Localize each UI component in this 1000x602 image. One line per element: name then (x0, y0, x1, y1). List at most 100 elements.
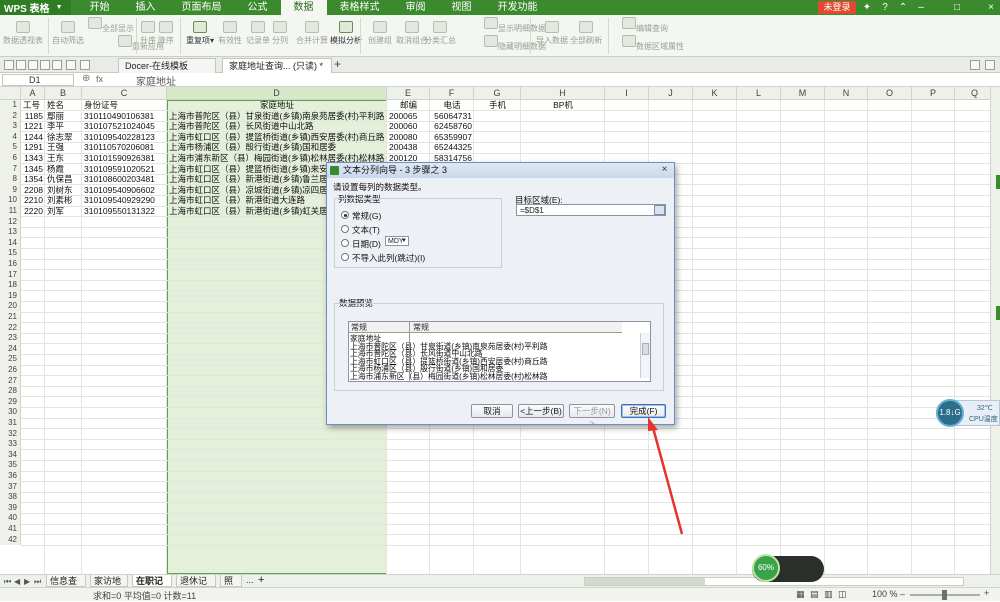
cell[interactable]: 2210 (23, 195, 43, 206)
row-header[interactable]: 21 (0, 312, 21, 323)
row-header[interactable]: 10 (0, 195, 21, 206)
cell[interactable]: 1345 (23, 164, 43, 175)
row-header[interactable]: 15 (0, 248, 21, 259)
column-header[interactable]: B (45, 87, 82, 100)
cell[interactable]: 200080 (389, 132, 428, 143)
target-area-input[interactable]: =$D$1 (516, 204, 666, 216)
cell[interactable]: 上海市杨浦区（县）殷行街道(乡镇)国和居委 (169, 142, 385, 153)
ribbon-button[interactable]: 自动筛选 (52, 21, 84, 46)
cell[interactable]: 邮编 (389, 100, 428, 111)
page-break-icon[interactable]: ▥ (824, 589, 833, 600)
cell[interactable]: 200060 (389, 121, 428, 132)
ribbon-button[interactable]: 升序 (140, 21, 156, 46)
cell[interactable]: 姓名 (47, 100, 80, 111)
row-header[interactable]: 8 (0, 174, 21, 185)
cell[interactable]: 电话 (432, 100, 472, 111)
cell[interactable]: 刘素彬 (47, 195, 80, 206)
menu-tab[interactable]: 页面布局 (169, 0, 235, 15)
finish-button[interactable]: 完成(F) (621, 404, 666, 418)
cell[interactable]: 2220 (23, 206, 43, 217)
minimize-ribbon-icon[interactable]: ⌃ (896, 1, 910, 14)
cell[interactable]: 杨霞 (47, 164, 80, 175)
cell[interactable]: 刘军 (47, 206, 80, 217)
ribbon-button[interactable]: 编辑查询 (622, 17, 668, 34)
more-sheets[interactable]: ... (246, 575, 254, 585)
column-header[interactable]: E (387, 87, 430, 100)
menu-tab[interactable]: 审阅 (393, 0, 439, 15)
row-header[interactable]: 24 (0, 343, 21, 355)
row-header[interactable]: 35 (0, 460, 21, 471)
cell[interactable]: 310109540228123 (84, 132, 165, 143)
row-header[interactable]: 3 (0, 121, 21, 132)
print-icon[interactable] (40, 60, 50, 70)
ribbon-button[interactable]: 有效性 (218, 21, 242, 46)
menu-tab[interactable]: 视图 (439, 0, 485, 15)
data-preview[interactable]: 常规 常规 家庭地址 上海市普陀区（县）甘泉街道(乡镇)南泉苑居委(村)平利路 上海… (348, 321, 651, 382)
row-header[interactable]: 22 (0, 322, 21, 334)
cell[interactable]: 65244325 (432, 142, 472, 153)
menu-tab[interactable]: 开发功能 (485, 0, 551, 15)
new-tab-icon[interactable]: + (334, 57, 341, 71)
back-button[interactable]: <上一步(B) (518, 404, 564, 418)
ribbon-button[interactable]: 重复项▾ (186, 21, 214, 46)
column-header[interactable]: F (430, 87, 474, 100)
zoom-search-icon[interactable]: ⊕ (82, 73, 90, 84)
radio-button[interactable] (341, 239, 349, 247)
normal-view-icon[interactable]: ▦ (796, 589, 805, 600)
cell[interactable]: 2208 (23, 185, 43, 196)
cell[interactable]: 李平 (47, 121, 80, 132)
menu-tab[interactable]: 公式 (235, 0, 281, 15)
side-panel-tab[interactable] (996, 306, 1000, 320)
radio-label[interactable]: 常规(G) (352, 210, 381, 222)
login-button[interactable]: 未登录 (818, 1, 856, 14)
row-header[interactable]: 30 (0, 407, 21, 418)
row-header[interactable]: 23 (0, 333, 21, 344)
ribbon-button[interactable]: 分类汇总 (424, 21, 456, 46)
cell[interactable]: 1354 (23, 174, 43, 185)
ribbon-button[interactable]: 导入数据 (536, 21, 568, 46)
ribbon-button[interactable]: 创建组 (368, 21, 392, 46)
menu-tab[interactable]: 开始 (77, 0, 123, 15)
radio-label[interactable]: 文本(T) (352, 224, 380, 236)
formula-content[interactable]: 家庭地址 (136, 73, 176, 88)
redo-icon[interactable] (80, 60, 90, 70)
close-icon[interactable]: × (984, 1, 998, 14)
cell[interactable]: 310110490106381 (84, 111, 165, 122)
radio-button[interactable] (341, 225, 349, 233)
new-file-icon[interactable] (4, 60, 14, 70)
column-header[interactable]: K (693, 87, 737, 100)
row-header[interactable]: 5 (0, 142, 21, 153)
column-header[interactable]: C (82, 87, 167, 100)
range-select-icon[interactable] (654, 205, 665, 215)
row-header[interactable]: 2 (0, 110, 21, 122)
ribbon-button[interactable]: 数据区域属性 (622, 35, 684, 52)
cell[interactable]: 上海市虹口区（县）提篮桥街道(乡镇)西安居委(村)商丘路 (169, 132, 385, 143)
cell[interactable]: 200065 (389, 111, 428, 122)
cell[interactable]: 鄢丽 (47, 111, 80, 122)
cell[interactable]: 徐志翠 (47, 132, 80, 143)
cell[interactable]: 56064731 (432, 111, 472, 122)
cell[interactable]: 1291 (23, 142, 43, 153)
column-header[interactable]: G (474, 87, 521, 100)
row-header[interactable]: 38 (0, 492, 21, 503)
ribbon-button[interactable]: 模拟分析 (330, 21, 362, 46)
cell[interactable]: 310109591020521 (84, 164, 165, 175)
preview-scroll-thumb[interactable] (642, 343, 649, 355)
column-header[interactable]: H (521, 87, 605, 100)
maximize-icon[interactable]: □ (950, 1, 964, 14)
radio-label[interactable]: 不导入此列(跳过)(I) (352, 252, 425, 264)
row-header[interactable]: 27 (0, 375, 21, 387)
add-sheet-icon[interactable]: + (258, 574, 264, 586)
row-header[interactable]: 9 (0, 184, 21, 196)
ribbon-button[interactable]: 全部刷新 (570, 21, 602, 46)
row-header[interactable]: 16 (0, 259, 21, 270)
minimize-icon[interactable]: – (914, 1, 928, 14)
cell[interactable]: 工号 (23, 100, 43, 111)
row-header[interactable]: 33 (0, 439, 21, 450)
cell[interactable]: 310109540906602 (84, 185, 165, 196)
column-header[interactable]: A (21, 87, 45, 100)
cell[interactable]: 1221 (23, 121, 43, 132)
cell[interactable]: 310110570206081 (84, 142, 165, 153)
cell[interactable]: 上海市普陀区（县）甘泉街道(乡镇)南泉苑居委(村)平利路 (169, 111, 385, 122)
row-header[interactable]: 6 (0, 153, 21, 164)
